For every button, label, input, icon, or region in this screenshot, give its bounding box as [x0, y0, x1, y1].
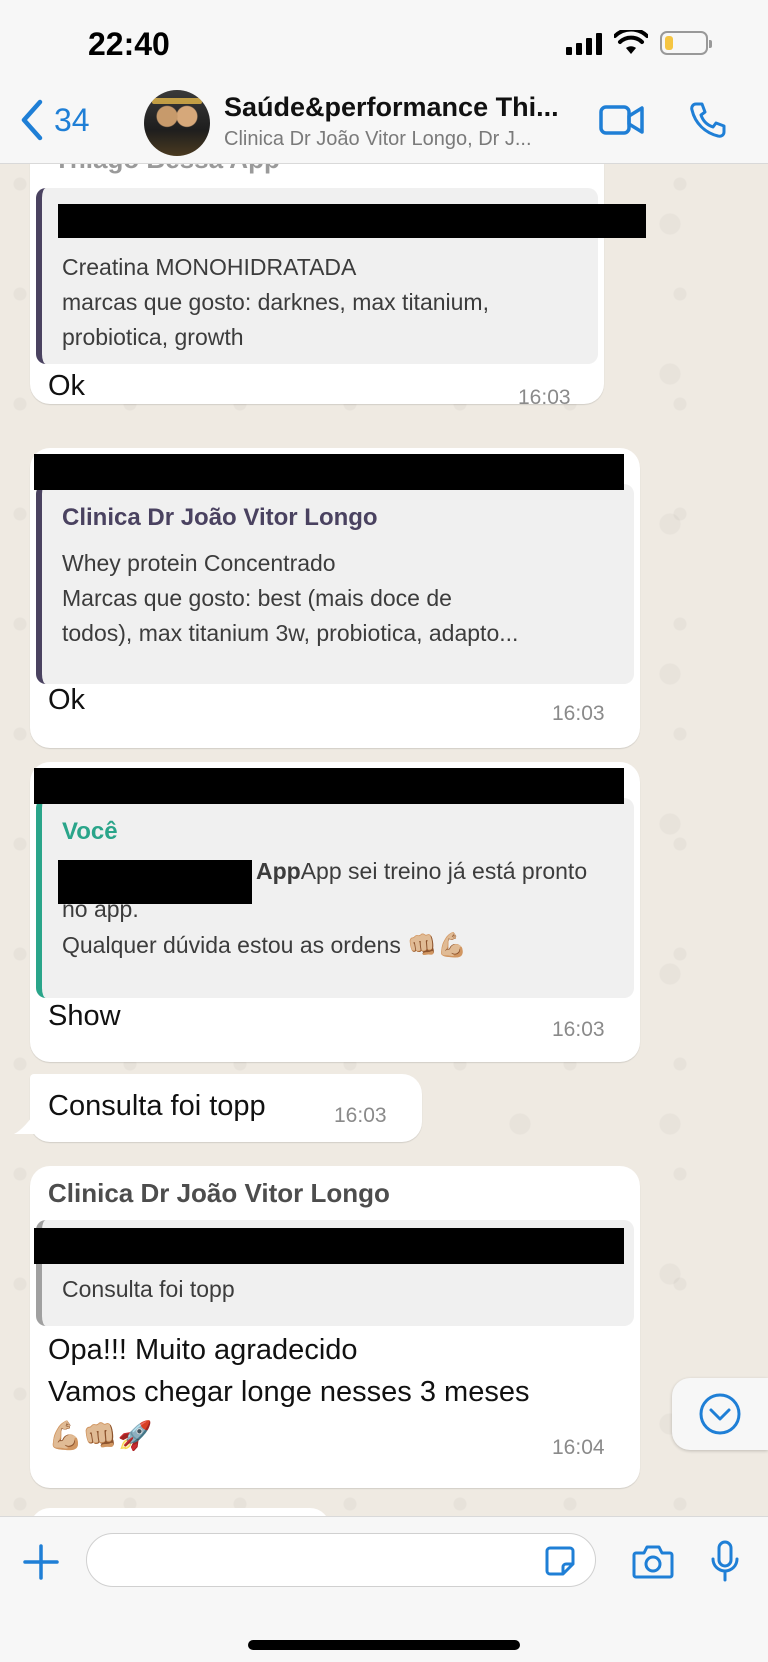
message-text: Ok: [48, 684, 86, 716]
message-input[interactable]: [86, 1533, 596, 1587]
message-text: Show: [48, 1000, 121, 1032]
video-call-button[interactable]: [598, 102, 646, 143]
phone-icon: [690, 102, 726, 138]
status-time: 22:40: [88, 26, 170, 62]
message-bubble[interactable]: Clinica Dr João Vitor Longo Consulta foi…: [30, 1166, 640, 1488]
plus-icon: [23, 1544, 59, 1580]
camera-icon: [632, 1545, 674, 1579]
quoted-sender: Clinica Dr João Vitor Longo: [62, 504, 378, 531]
redaction-bar: [58, 860, 252, 904]
message-bubble[interactable]: Clinica Dr João Vitor Longo Whey protein…: [30, 448, 640, 748]
message-time: 16:03: [552, 702, 605, 725]
emoji: 👊🏼💪🏼: [407, 932, 467, 959]
camera-button[interactable]: [632, 1543, 674, 1584]
microphone-icon: [711, 1540, 739, 1582]
wifi-icon: [614, 30, 648, 54]
redaction-bar: [34, 768, 624, 804]
status-bar: 22:40: [0, 0, 768, 90]
quoted-sender: Você: [62, 818, 118, 845]
chat-messages[interactable]: Thiago Bessa App Creatina MONOHIDRATADA …: [0, 164, 768, 1516]
message-sender: Clinica Dr João Vitor Longo: [48, 1178, 390, 1208]
message-bubble[interactable]: Thiago Bessa App Creatina MONOHIDRATADA …: [30, 164, 604, 409]
group-avatar[interactable]: [144, 90, 210, 156]
scroll-to-bottom-button[interactable]: [672, 1378, 768, 1450]
quoted-text-line: marcas que gosto: darknes, max titanium,: [62, 289, 489, 315]
status-icons: [566, 30, 712, 56]
quoted-text-line: Creatina MONOHIDRATADA: [62, 254, 357, 280]
quoted-text-line: Qualquer dúvida estou as ordens 👊🏼💪🏼: [62, 932, 467, 959]
redaction-bar: [34, 1228, 624, 1264]
battery-icon: [660, 31, 712, 55]
chat-title[interactable]: Saúde&performance Thi...: [224, 92, 584, 123]
unread-count: 34: [54, 101, 90, 138]
message-text-line: Opa!!! Muito agradecido: [48, 1334, 358, 1366]
quoted-text-line: Marcas que gosto: best (mais doce de: [62, 585, 452, 611]
quoted-text-line: Consulta foi topp: [62, 1276, 235, 1302]
message-time: 16:03: [334, 1104, 387, 1127]
quoted-text-line: AppApp sei treino já está pronto: [256, 858, 588, 884]
sticker-button[interactable]: [544, 1545, 576, 1582]
back-button[interactable]: 34: [20, 98, 90, 142]
message-time: 16:03: [518, 386, 571, 409]
message-bubble[interactable]: Você AppApp sei treino já está pronto no…: [30, 762, 640, 1062]
voice-call-button[interactable]: [688, 100, 728, 145]
chat-header: 34 Saúde&performance Thi... Clinica Dr J…: [0, 90, 768, 164]
message-text-line: Vamos chegar longe nesses 3 meses: [48, 1376, 530, 1408]
microphone-button[interactable]: [710, 1539, 740, 1588]
cellular-signal-icon: [566, 31, 602, 55]
quoted-message[interactable]: Clinica Dr João Vitor Longo Whey protein…: [36, 484, 634, 684]
message-text: Ok: [48, 370, 86, 402]
chat-participants[interactable]: Clinica Dr João Vitor Longo, Dr J...: [224, 128, 584, 151]
message-bubble[interactable]: Consulta foi topp 16:03: [30, 1074, 422, 1142]
message-time: 16:03: [552, 1018, 605, 1041]
home-indicator[interactable]: [248, 1640, 520, 1650]
redaction-bar: [58, 204, 646, 238]
quoted-text-line: todos), max titanium 3w, probiotica, ada…: [62, 620, 519, 646]
message-text: Consulta foi topp: [48, 1090, 266, 1122]
chevron-down-circle-icon: [699, 1393, 741, 1435]
redaction-bar: [34, 454, 624, 490]
quoted-text-line: probiotica, growth: [62, 324, 244, 350]
chevron-left-icon: [21, 99, 43, 141]
emoji: 💪🏼👊🏼🚀: [48, 1420, 153, 1451]
message-sender: Thiago Bessa App: [54, 164, 280, 175]
video-camera-icon: [599, 105, 644, 135]
message-bubble[interactable]: [30, 1508, 330, 1516]
quoted-text-line: Whey protein Concentrado: [62, 550, 336, 576]
attach-button[interactable]: [22, 1543, 60, 1586]
bubble-tail: [14, 1112, 36, 1134]
sticker-icon: [545, 1546, 575, 1576]
message-time: 16:04: [552, 1436, 605, 1459]
